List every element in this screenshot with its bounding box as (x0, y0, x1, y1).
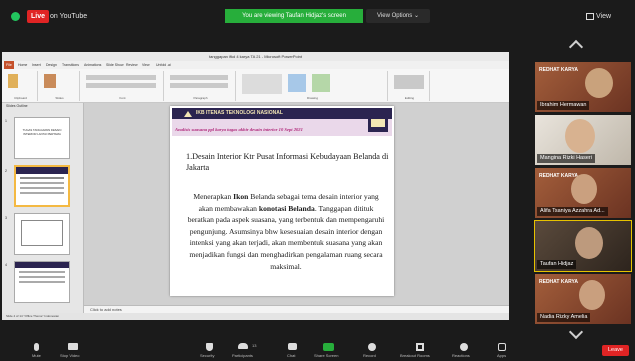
participant-avatar (575, 227, 603, 259)
tab-review[interactable]: Review (126, 61, 137, 69)
connection-status-icon[interactable] (11, 12, 20, 21)
participant-name: Nadia Rizky Amelia (537, 313, 591, 322)
tab-slide-show[interactable]: Slide Show (106, 61, 124, 69)
window-title: tanggapan ifkd 4 karya TA 21 - Microsoft… (2, 52, 509, 61)
ribbon-group-drawing[interactable]: Drawing (238, 71, 388, 101)
ribbon-group-font[interactable]: Font (82, 71, 164, 101)
reactions-button[interactable]: Reactions (450, 343, 480, 359)
live-badge[interactable]: Live (27, 10, 50, 23)
slide-title: 1.Desain Interior Ktr Pusat Informasi Ke… (186, 152, 389, 172)
participant-name: Mangina Rizki Haseri (537, 154, 595, 163)
participant-avatar (585, 68, 613, 98)
video-camera-icon (68, 343, 78, 350)
slide-thumbnail-selected[interactable] (14, 165, 70, 207)
participant-name: Ibrahim Hermawan (537, 101, 590, 110)
ribbon-group-paragraph[interactable]: Paragraph (166, 71, 236, 101)
participant-tile[interactable]: REDHAT KARYA Alifa Tsaniya Azzahra Ad... (535, 168, 631, 218)
apps-button[interactable]: Apps (490, 343, 516, 359)
tab-view[interactable]: View (142, 61, 150, 69)
leave-meeting-button[interactable]: Leave (602, 345, 629, 356)
ribbon-group-clipboard[interactable]: Clipboard (4, 71, 38, 101)
scroll-down-chevron-icon[interactable] (568, 330, 586, 340)
participants-count: 13 (252, 343, 257, 348)
mute-button[interactable]: Mute (26, 343, 56, 359)
participants-icon (238, 343, 248, 349)
participants-button[interactable]: 13 Participants (230, 343, 270, 359)
slide-thumbnail[interactable] (14, 213, 70, 255)
itenas-logo-icon (184, 111, 192, 117)
slide-thumbnail[interactable] (14, 261, 70, 303)
share-screen-icon (323, 343, 334, 351)
breakout-rooms-button[interactable]: Breakout Rooms (398, 343, 442, 359)
share-screen-button[interactable]: Share Screen (314, 343, 344, 359)
slide-subtitle: Analisis suasana ppl karya tugas akhir d… (175, 127, 303, 132)
record-button[interactable]: Record (358, 343, 386, 359)
participant-tile-active-speaker[interactable]: Taufan Hidjaz (534, 220, 632, 272)
view-button[interactable]: View (596, 10, 611, 23)
view-options-button[interactable]: View Options ⌄ (366, 9, 430, 23)
participant-tile[interactable]: Mangina Rizki Haseri (535, 115, 631, 165)
slide-body-text: Menerapkan Ikon Belanda sebagai tema des… (187, 192, 385, 271)
slide-thumbnail[interactable]: TUGAS TANGGAPAN DESAIN INTERIOR LANTAI P… (14, 117, 70, 159)
tab-unfold[interactable]: Unfold .ai (156, 61, 171, 69)
security-button[interactable]: Security (196, 343, 226, 359)
slide-header-text: IKB ITENAS TEKNOLOGI NASIONAL (196, 110, 283, 116)
live-on-label[interactable]: on YouTube (50, 10, 87, 23)
microphone-icon (34, 343, 39, 351)
chat-icon (288, 343, 297, 350)
record-icon (368, 343, 376, 351)
tab-transitions[interactable]: Transitions (62, 61, 79, 69)
ribbon-group-slides[interactable]: Slides (40, 71, 80, 101)
book-logo-inner (371, 119, 385, 127)
participant-tile[interactable]: REDHAT KARYA Ibrahim Hermawan (535, 62, 631, 112)
status-bar: Slide 4 of 14 "Office Theme" Indonesian (2, 313, 509, 320)
scroll-up-chevron-icon[interactable] (568, 40, 586, 50)
reactions-icon (460, 343, 468, 351)
tab-design[interactable]: Design (46, 61, 57, 69)
participant-name: Alifa Tsaniya Azzahra Ad... (537, 207, 608, 216)
slides-outline-tabs[interactable]: Slides Outline (2, 103, 84, 110)
ribbon: Clipboard Slides Font Paragraph Drawing (2, 69, 509, 103)
participant-avatar (579, 280, 605, 310)
apps-icon (498, 343, 506, 351)
shield-icon (206, 343, 213, 351)
screen-share-banner: You are viewing Taufan Hidjaz's screen (225, 9, 363, 23)
participant-name: Taufan Hidjaz (537, 260, 577, 269)
tab-file[interactable]: File (4, 61, 14, 69)
participant-tile[interactable]: REDHAT KARYA Nadia Rizky Amelia (535, 274, 631, 324)
ribbon-group-editing[interactable]: Editing (390, 71, 430, 101)
notes-pane[interactable]: Click to add notes (84, 305, 509, 313)
tab-animations[interactable]: Animations (84, 61, 101, 69)
stop-video-button[interactable]: Stop Video (58, 343, 94, 359)
slides-panel: Slides Outline 1 TUGAS TANGGAPAN DESAIN … (2, 103, 84, 313)
tab-insert[interactable]: Insert (32, 61, 41, 69)
chat-button[interactable]: Chat (280, 343, 304, 359)
tab-home[interactable]: Home (18, 61, 27, 69)
ribbon-tabs: File Home Insert Design Transitions Anim… (2, 61, 509, 69)
breakout-rooms-icon (416, 343, 424, 351)
participant-avatar (571, 174, 597, 204)
participant-avatar (565, 119, 595, 153)
grid-view-icon[interactable] (586, 13, 594, 20)
